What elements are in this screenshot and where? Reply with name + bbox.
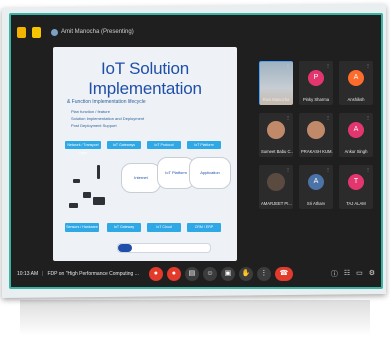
slide-bullet: Post Deployment Support: [71, 123, 117, 128]
present-icon[interactable]: ▣: [220, 267, 235, 281]
participant-avatar: P: [308, 70, 324, 86]
end-call-icon[interactable]: ☎: [274, 267, 293, 281]
people-icon[interactable]: ☷: [344, 269, 350, 279]
shared-slide: IoT Solution Implementation & Function I…: [53, 47, 237, 261]
mic-icon: ⋮: [366, 167, 370, 172]
gateway-device-icon: [93, 197, 105, 205]
slide-subtitle: & Function Implementation lifecycle: [67, 99, 146, 105]
participant-name: TAJ ALAM: [346, 201, 366, 206]
mic-icon: ⋮: [286, 115, 290, 120]
slide-bullet: Plan function / feature: [71, 109, 110, 114]
call-controls: ● ● ▤ ☺ ▣ ✋ ⋮ ☎: [148, 267, 293, 281]
participant-name: Sri Atharv: [306, 201, 326, 206]
chat-icon[interactable]: ▭: [356, 269, 363, 279]
participant-name: AMARJEET PI...: [261, 201, 292, 206]
slide-footer-button: IoT Gateway: [107, 223, 141, 232]
bottom-bar: 10:13 AM | FDP on "High Performance Comp…: [11, 261, 381, 287]
participant-tile[interactable]: ⋮ A Ankur Singh: [339, 113, 373, 157]
participant-tile[interactable]: ⋮ PRAKASH KUM...: [299, 113, 333, 157]
application-cloud: Application: [189, 157, 231, 189]
captions-icon[interactable]: ▤: [184, 267, 199, 281]
slide-bullet: Solution Implementation and Deployment: [71, 116, 145, 121]
app-indicator-icon[interactable]: [17, 26, 26, 38]
participant-tile[interactable]: ⋮ P Pinky Sharma: [299, 61, 333, 105]
top-bar: Amit Manocha (Presenting): [11, 15, 381, 49]
participant-tile[interactable]: ⋮ T TAJ ALAM: [339, 165, 373, 209]
participant-avatar: A: [348, 122, 364, 138]
info-icon[interactable]: ⓘ: [331, 269, 338, 279]
mic-icon: ⋮: [366, 63, 370, 68]
participant-tile[interactable]: ⋮ A Sri Atharv: [299, 165, 333, 209]
slide-video-progress[interactable]: [117, 243, 211, 253]
meeting-time: 10:13 AM: [17, 271, 39, 277]
slide-title: IoT Solution Implementation: [88, 59, 202, 98]
slide-footer-button: Sensors / Hardware: [65, 223, 99, 232]
slide-video-progress-fill: [118, 244, 132, 252]
participant-name: Pinky Sharma: [302, 97, 330, 102]
raise-hand-icon[interactable]: ✋: [238, 267, 253, 281]
participant-name: PRAKASH KUM...: [301, 149, 333, 154]
sensor-device-icon: [83, 192, 91, 198]
participant-tile[interactable]: ⋮ Sumeet Babu C...: [259, 113, 293, 157]
mic-icon[interactable]: ●: [148, 267, 163, 281]
participant-name: Ankur Singh: [344, 149, 368, 154]
presenter-avatar-icon: [51, 28, 58, 36]
separator: |: [42, 271, 44, 277]
mic-icon: ⋮: [326, 63, 330, 68]
participant-tile[interactable]: ⋮ A Anshiksh: [339, 61, 373, 105]
slide-footer-button: CRM / ERP: [187, 223, 221, 232]
participant-photo: [307, 121, 325, 139]
slide-lane-button: IoT Protocol: [147, 141, 181, 149]
slide-lane-button: IoT Platform: [187, 141, 221, 149]
more-icon[interactable]: ⋮: [256, 267, 271, 281]
internet-cloud: Internet: [121, 163, 161, 193]
activities-icon[interactable]: ⚙: [369, 269, 375, 279]
antenna-icon: [97, 165, 100, 179]
sensor-device-icon: [73, 179, 80, 183]
right-controls: ⓘ ☷ ▭ ⚙: [331, 269, 375, 279]
presenter-label: Amit Manocha (Presenting): [61, 29, 134, 35]
participant-name: Ravi Manocha: [262, 97, 290, 102]
participant-photo: [267, 173, 285, 191]
slide-lane-button: Network / Transport Layer: [65, 141, 101, 155]
participant-tile[interactable]: ⋮ AMARJEET PI...: [259, 165, 293, 209]
mic-icon: ⋮: [286, 63, 290, 68]
meeting-title: FDP on "High Performance Computing ...: [47, 271, 139, 277]
mic-icon: ⋮: [326, 115, 330, 120]
camera-icon[interactable]: ●: [166, 267, 181, 281]
mic-icon: ⋮: [366, 115, 370, 120]
participant-name: Anshiksh: [347, 97, 365, 102]
slide-footer-button: IoT Cloud: [147, 223, 181, 232]
mic-icon: ⋮: [286, 167, 290, 172]
sensor-device-icon: [69, 203, 78, 208]
presenter-info: Amit Manocha (Presenting): [51, 28, 134, 36]
window-indicator-icon[interactable]: [32, 26, 41, 38]
mic-icon: ⋮: [326, 167, 330, 172]
meet-window: Amit Manocha (Presenting) IoT Solution I…: [9, 13, 383, 289]
participant-photo: [267, 121, 285, 139]
participant-name: Sumeet Babu C...: [261, 149, 293, 154]
participant-tile[interactable]: ⋮ Ravi Manocha: [259, 61, 293, 105]
participant-avatar: A: [308, 174, 324, 190]
raise-hand-icon[interactable]: ☺: [202, 267, 217, 281]
slide-lane-button: IoT Gateways: [107, 141, 141, 149]
participant-avatar: T: [348, 174, 364, 190]
participant-avatar: A: [348, 70, 364, 86]
desk-reflection: [20, 300, 370, 336]
